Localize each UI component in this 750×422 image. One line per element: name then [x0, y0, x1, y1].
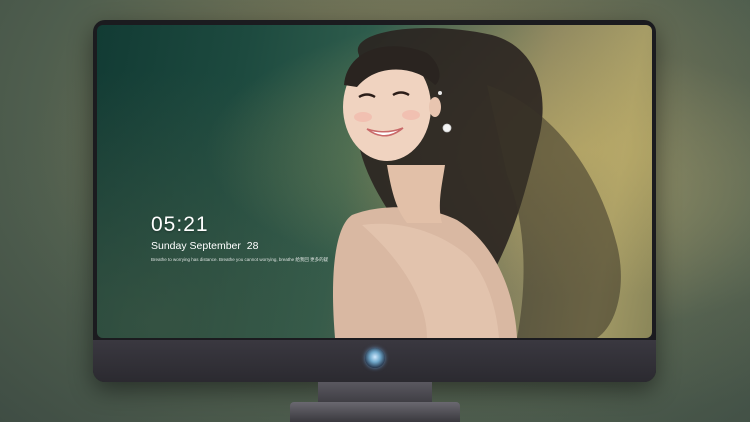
clock-time: 05:21	[151, 213, 209, 236]
lock-screen: ✉▣◷☺▶≡▦♫A◉	[97, 25, 652, 338]
clock-date: Sunday September 28	[151, 240, 259, 252]
monitor-stand-neck	[318, 382, 432, 404]
wallpaper-portrait	[332, 27, 621, 338]
lock-screen-quote: Breathe to worrying has distance. Breath…	[151, 257, 329, 262]
monitor-stand-base	[290, 402, 460, 422]
brand-logo-icon	[365, 348, 385, 368]
